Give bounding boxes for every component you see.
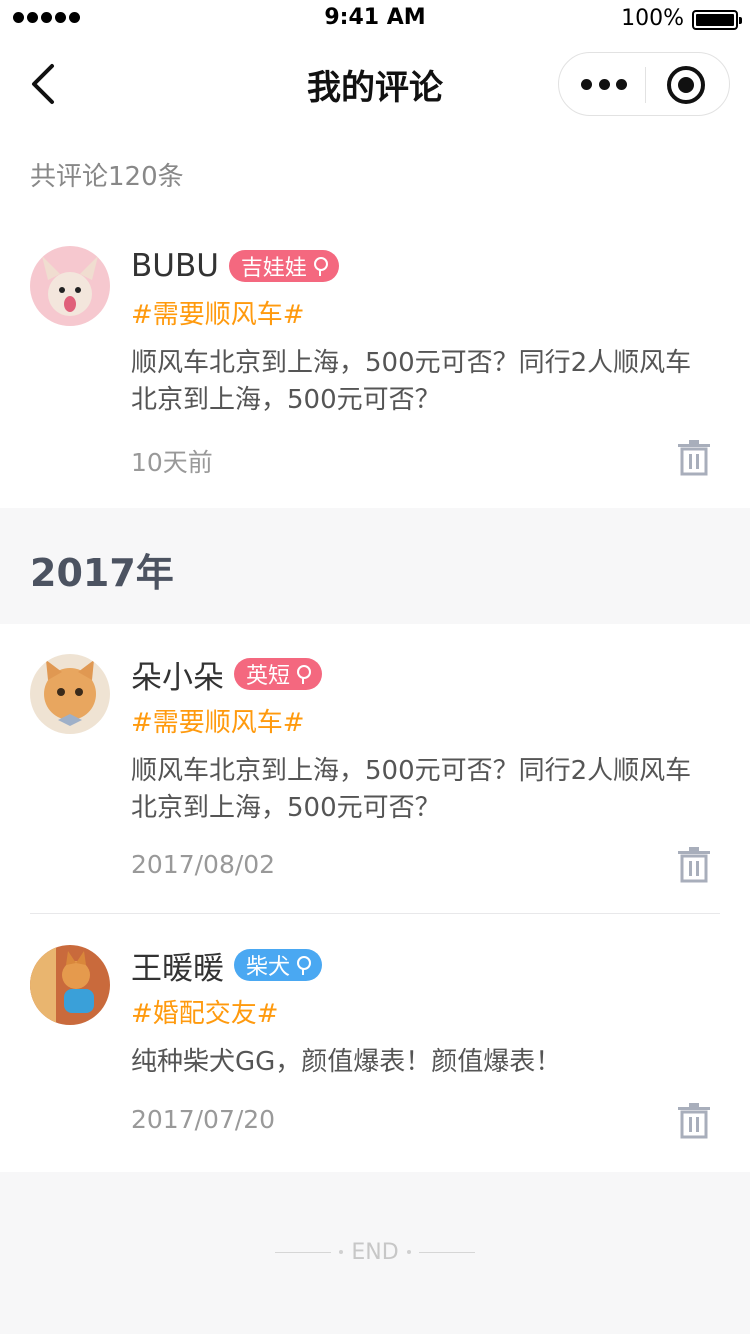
battery-percentage: 100% (621, 6, 684, 31)
name-row: 朵小朵 英短 (131, 652, 323, 697)
comment-content: 纯种柴犬GG，颜值爆表！颜值爆表！ (131, 1047, 562, 1077)
avatar[interactable] (30, 945, 110, 1025)
end-dot-right (406, 1250, 411, 1254)
page: 9:41 AM 100% 我的评论 共评论120条 BUBU 吉娃娃 #需要顺风… (0, 0, 750, 1334)
breed-tag: 柴犬 (234, 949, 323, 981)
trash-icon[interactable] (678, 847, 710, 883)
year-title: 2017年 (30, 551, 174, 595)
breed-label: 柴犬 (246, 955, 291, 980)
shiba-avatar-image (30, 945, 110, 1025)
avatar[interactable] (30, 246, 110, 326)
comment-content: 顺风车北京到上海，500元可否？同行2人顺风车北京到上海，500元可否？ (131, 348, 692, 415)
comment-count: 共评论120条 (30, 162, 184, 192)
target-icon[interactable] (667, 66, 705, 104)
capsule-divider (645, 67, 646, 103)
trash-icon[interactable] (678, 1103, 710, 1139)
female-icon (296, 955, 312, 975)
end-line-left (275, 1251, 332, 1253)
end-text: END (351, 1239, 399, 1265)
comment-date: 2017/08/02 (131, 850, 276, 879)
battery-icon (692, 10, 742, 30)
name-row: BUBU 吉娃娃 (131, 246, 339, 286)
summary-section: 共评论120条 (0, 128, 750, 508)
female-icon (313, 256, 328, 276)
user-name[interactable]: BUBU (131, 248, 219, 284)
comment-content: 顺风车北京到上海，500元可否？同行2人顺风车北京到上海，500元可否？ (131, 756, 692, 823)
nav-bar: 我的评论 (0, 40, 750, 128)
breed-tag: 英短 (234, 658, 323, 690)
topic-tag[interactable]: #婚配交友# (131, 993, 279, 1030)
section-header: 2017年 (0, 508, 750, 624)
female-icon (296, 664, 312, 684)
breed-label: 英短 (246, 664, 291, 689)
cat-avatar-image (30, 654, 110, 734)
chihuahua-avatar-image (30, 246, 110, 326)
end-line-right (418, 1251, 475, 1253)
capsule-menu (558, 52, 730, 116)
list-divider (30, 913, 720, 914)
status-bar: 9:41 AM 100% (0, 0, 750, 40)
topic-tag[interactable]: #需要顺风车# (131, 702, 305, 739)
end-dot-left (339, 1250, 344, 1254)
topic-tag[interactable]: #需要顺风车# (131, 294, 305, 331)
comment-date: 10天前 (131, 448, 213, 477)
user-name[interactable]: 朵小朵 (131, 652, 224, 697)
trash-icon[interactable] (678, 440, 710, 476)
end-marker: END (0, 1236, 750, 1268)
breed-tag: 吉娃娃 (228, 250, 339, 282)
name-row: 王暖暖 柴犬 (131, 943, 323, 988)
more-dots-icon[interactable] (581, 71, 627, 97)
user-name[interactable]: 王暖暖 (131, 943, 224, 988)
breed-label: 吉娃娃 (240, 256, 307, 281)
avatar[interactable] (30, 654, 110, 734)
comment-date: 2017/07/20 (131, 1105, 276, 1134)
comment-list-2017 (0, 624, 750, 1172)
